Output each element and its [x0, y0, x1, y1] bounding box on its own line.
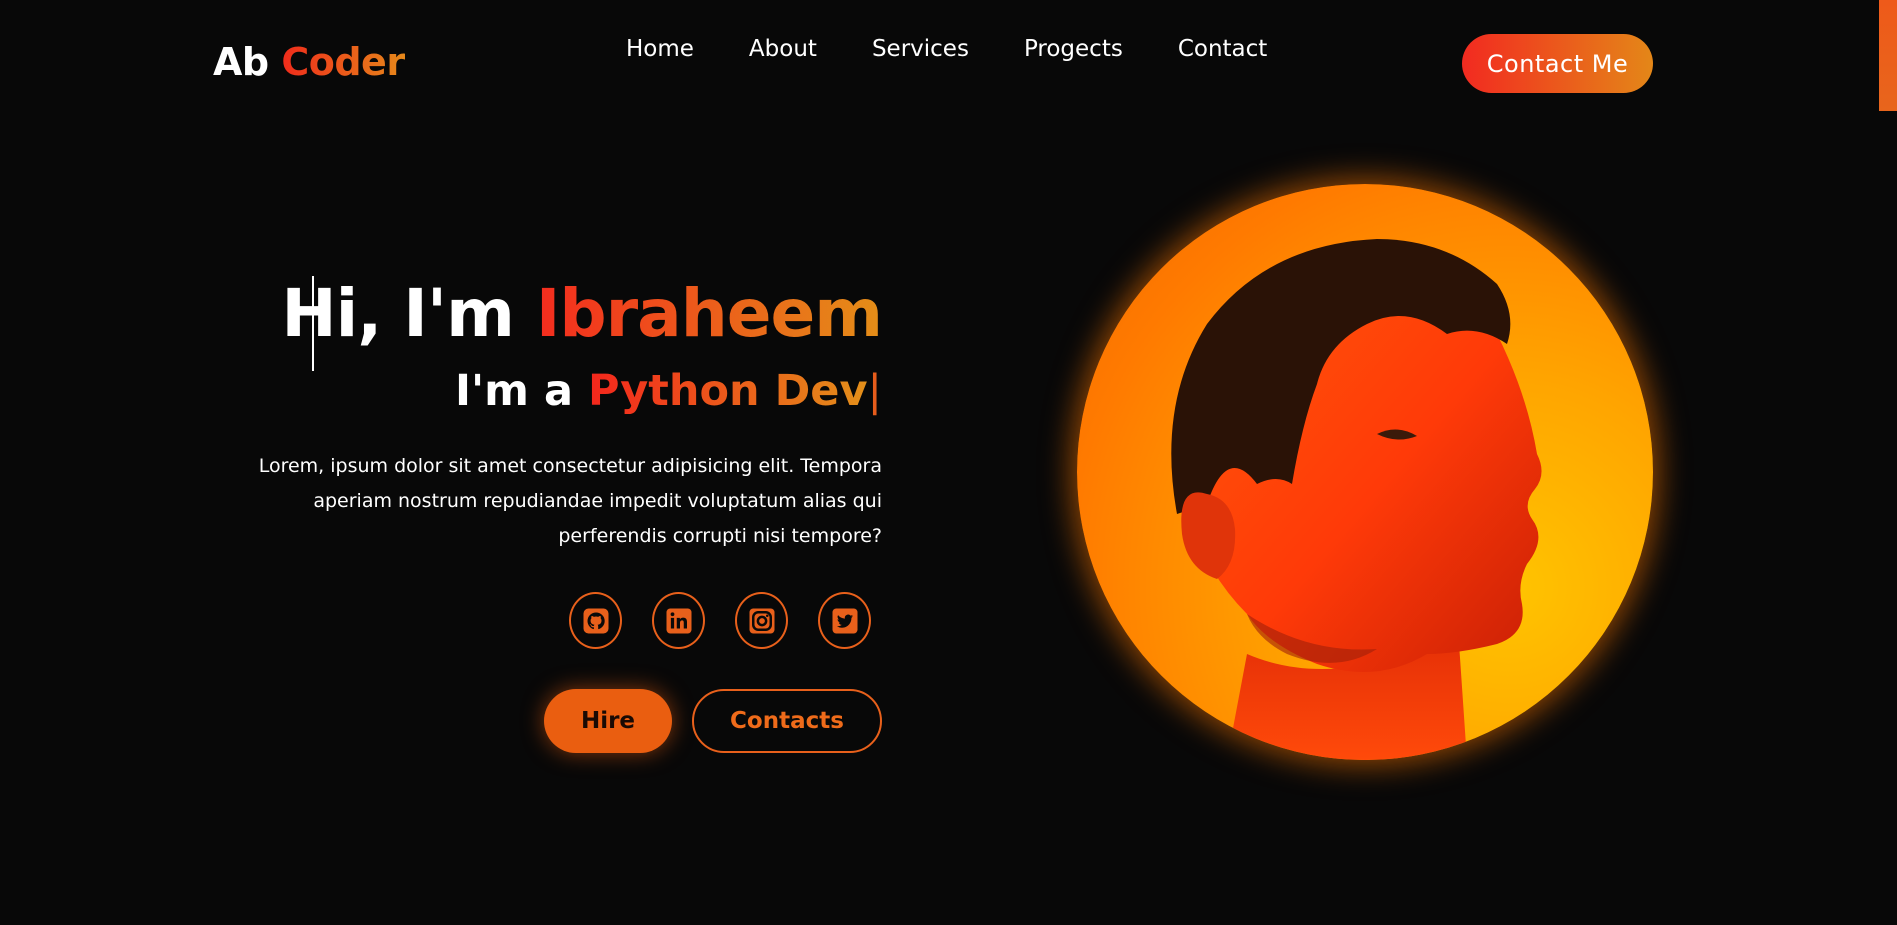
social-links	[569, 592, 871, 649]
github-icon	[583, 608, 608, 633]
hero-description: Lorem, ipsum dolor sit amet consectetur …	[258, 455, 882, 547]
scrollbar-thumb[interactable]	[1879, 0, 1897, 111]
twitter-icon	[832, 608, 857, 633]
linkedin-icon	[666, 608, 691, 633]
twitter-link[interactable]	[818, 592, 871, 649]
contact-me-button[interactable]: Contact Me	[1462, 34, 1653, 93]
nav-link-home[interactable]: Home	[626, 36, 694, 62]
hero-role-prefix: I'm a	[455, 365, 573, 416]
hero-role: Python Dev	[587, 365, 868, 416]
instagram-icon	[749, 608, 774, 633]
main-nav: Home About Services Progects Contact	[626, 36, 1267, 62]
hero-greeting: Hi, I'm	[281, 275, 514, 352]
hire-button[interactable]: Hire	[544, 689, 672, 753]
contacts-button[interactable]: Contacts	[692, 689, 882, 753]
github-link[interactable]	[569, 592, 622, 649]
brand-logo-second: Coder	[281, 40, 405, 84]
brand-logo-first: Ab	[213, 40, 269, 84]
typing-cursor: |	[867, 365, 883, 416]
linkedin-link[interactable]	[652, 592, 705, 649]
page: Ab Coder Home About Services Progects Co…	[0, 0, 1897, 925]
hero-subtitle: I'm a Python Dev|	[162, 366, 882, 416]
instagram-link[interactable]	[735, 592, 788, 649]
nav-link-about[interactable]: About	[749, 36, 817, 62]
nav-link-contact[interactable]: Contact	[1178, 36, 1267, 62]
brand-logo[interactable]: Ab Coder	[213, 40, 405, 84]
hero-name: Ibraheem	[535, 275, 883, 352]
profile-portrait	[1077, 184, 1653, 760]
nav-link-projects[interactable]: Progects	[1024, 36, 1123, 62]
nav-link-services[interactable]: Services	[872, 36, 969, 62]
hero-text-block: Hi, I'm Ibraheem I'm a Python Dev|	[162, 275, 883, 416]
portrait-illustration	[1171, 239, 1542, 760]
hero-title: Hi, I'm Ibraheem	[162, 275, 883, 352]
